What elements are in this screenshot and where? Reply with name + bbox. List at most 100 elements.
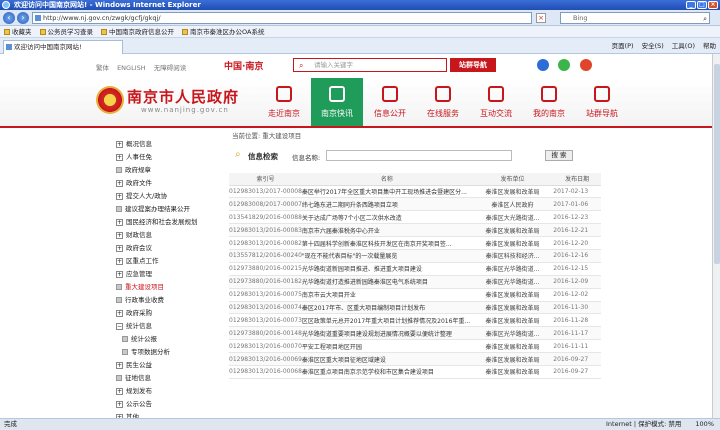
site-search-input[interactable]: ⌕ 请输入关键字 bbox=[293, 58, 447, 72]
table-row[interactable]: 012983013/2017-00008 秦区举行2017年全区重大项目集中开工现… bbox=[229, 185, 601, 199]
site-nav-button[interactable]: 站群导航 bbox=[450, 58, 496, 72]
cell-name[interactable]: 秦淮区区重大项目征地区域建设 bbox=[301, 352, 472, 366]
safety-menu[interactable]: 安全(S) bbox=[642, 41, 664, 51]
expand-icon[interactable]: + bbox=[116, 218, 123, 226]
app-icon[interactable] bbox=[537, 59, 549, 71]
expand-icon[interactable]: + bbox=[116, 192, 123, 200]
cell-name[interactable]: 关于达成广场等7个小区二次供水改造 bbox=[301, 210, 472, 225]
search-icon[interactable]: ⌕ bbox=[703, 14, 707, 24]
cell-name[interactable]: 光华路街道打造推进新园路秦淮区电气系统项目 bbox=[301, 275, 472, 289]
weibo-icon[interactable] bbox=[580, 59, 592, 71]
sidebar-item[interactable]: + 其他 bbox=[116, 411, 139, 418]
table-row[interactable]: 012973880/2016-00215 光华路街道新园项目推进、推进重大项目建设… bbox=[229, 262, 601, 276]
nav-site-navigation[interactable]: 站群导航 bbox=[576, 78, 628, 126]
sidebar-item[interactable]: 征地信息 bbox=[116, 372, 151, 384]
expand-icon[interactable]: + bbox=[116, 387, 123, 395]
table-row[interactable]: 013541829/2016-00088 关于达成广场等7个小区二次供水改造 秦淮区… bbox=[229, 210, 601, 225]
sidebar-item[interactable]: + 概况信息 bbox=[116, 138, 152, 150]
forward-button[interactable]: › bbox=[17, 12, 29, 24]
nav-nanjing-news[interactable]: 南京快讯 bbox=[311, 78, 363, 126]
cell-name[interactable]: 光华路街道重要项目建设规划进展情况概要以便统计整理 bbox=[301, 326, 472, 341]
table-row[interactable]: 012983013/2016-00068 秦淮区重点项目南京示范学校和市区集合建设… bbox=[229, 365, 601, 379]
sidebar-item[interactable]: + 政府会议 bbox=[116, 242, 152, 254]
sidebar-item[interactable]: + 财政信息 bbox=[116, 229, 152, 241]
sidebar-item[interactable]: + 政府采购 bbox=[116, 307, 152, 319]
sidebar-item[interactable]: − 统计信息 bbox=[116, 320, 152, 332]
favorite-link[interactable]: 南京市秦淮区办公OA系统 bbox=[182, 26, 264, 37]
nav-zoujin-nanjing[interactable]: 走近南京 bbox=[258, 78, 310, 126]
cell-name[interactable]: 第十四届科学创新秦淮区科技开发区在南京开奖项目签... bbox=[301, 236, 472, 250]
expand-icon[interactable]: + bbox=[116, 244, 123, 252]
table-row[interactable]: 012983013/2016-00075 南京市云大项目开业 秦淮区发展和改革局 20… bbox=[229, 288, 601, 302]
sidebar-item[interactable]: + 规划发布 bbox=[116, 385, 152, 397]
table-row[interactable]: 012983013/2016-00069 秦淮区区重大项目征地区域建设 秦淮区发展和… bbox=[229, 352, 601, 366]
vertical-scrollbar[interactable] bbox=[712, 54, 720, 418]
search-button[interactable]: 搜 索 bbox=[545, 150, 573, 161]
cell-name[interactable]: 秦区2017年市、区重大项目编制项目计划发布 bbox=[301, 301, 472, 315]
table-row[interactable]: 012983013/2016-00073 区区政策单元总开2017年重大项目计划推… bbox=[229, 313, 601, 328]
keyword-input[interactable] bbox=[326, 150, 512, 161]
expand-icon[interactable]: + bbox=[116, 400, 123, 408]
sidebar-item[interactable]: 政府规章 bbox=[116, 164, 151, 176]
table-row[interactable]: 012983013/2016-00083 南京市六届秦淮税务中心开业 秦淮区发展和改… bbox=[229, 223, 601, 238]
collapse-icon[interactable]: − bbox=[116, 322, 123, 330]
cell-name[interactable]: 南京市六届秦淮税务中心开业 bbox=[301, 223, 472, 238]
sidebar-item[interactable]: 建议提案办理结果公开 bbox=[116, 203, 190, 215]
wechat-icon[interactable] bbox=[558, 59, 570, 71]
table-row[interactable]: 012973880/2016-00148 光华路街道重要项目建设规划进展情况概要以… bbox=[229, 326, 601, 341]
cell-name[interactable]: 秦淮区重点项目南京示范学校和市区集合建设项目 bbox=[301, 365, 472, 379]
table-row[interactable]: 012973880/2016-00182 光华路街道打造推进新园路秦淮区电气系统项… bbox=[229, 275, 601, 289]
sidebar-item[interactable]: 统计公报 bbox=[122, 333, 157, 345]
cell-name[interactable]: 平安工程项目地区开园 bbox=[301, 339, 472, 354]
traditional-link[interactable]: 繁体 bbox=[96, 64, 109, 72]
expand-icon[interactable]: + bbox=[116, 153, 123, 161]
english-link[interactable]: ENGLISH bbox=[117, 64, 146, 72]
maximize-button[interactable]: □ bbox=[697, 1, 707, 9]
sidebar-item[interactable]: + 公示公告 bbox=[116, 398, 152, 410]
sidebar-item[interactable]: 行政事业收费 bbox=[116, 294, 164, 306]
nav-my-nanjing[interactable]: 我的南京 bbox=[523, 78, 575, 126]
table-row[interactable]: 013557812/2016-00240 "现在不能代表目标"的一次载量展览 秦淮区… bbox=[229, 249, 601, 263]
favorite-link[interactable]: 公务员学习查录 bbox=[39, 26, 93, 37]
expand-icon[interactable]: + bbox=[116, 270, 123, 278]
help-menu[interactable]: 帮助 bbox=[703, 41, 716, 51]
expand-icon[interactable]: + bbox=[116, 309, 123, 317]
sidebar-item[interactable]: + 提交人大/政协 bbox=[116, 190, 167, 202]
table-row[interactable]: 012983013/2016-00082 第十四届科学创新秦淮区科技开发区在南京开… bbox=[229, 236, 601, 250]
zoom-level[interactable]: 100% bbox=[695, 419, 714, 430]
url-input[interactable]: http://www.nj.gov.cn/zwgk/gcfj/gkqj/ bbox=[32, 12, 532, 24]
close-button[interactable]: × bbox=[708, 1, 718, 9]
sidebar-item[interactable]: + 民生公益 bbox=[116, 359, 152, 371]
page-menu[interactable]: 页面(P) bbox=[612, 41, 634, 51]
sidebar-item[interactable]: + 政府文件 bbox=[116, 177, 152, 189]
expand-icon[interactable]: + bbox=[116, 361, 123, 369]
sidebar-item[interactable]: + 国民经济和社会发展规划 bbox=[116, 216, 198, 228]
nav-online-service[interactable]: 在线服务 bbox=[417, 78, 469, 126]
accessibility-link[interactable]: 无障碍阅读 bbox=[154, 64, 187, 72]
sidebar-item[interactable]: + 区重点工作 bbox=[116, 255, 159, 267]
nav-interaction[interactable]: 互动交流 bbox=[470, 78, 522, 126]
expand-icon[interactable]: + bbox=[116, 140, 123, 148]
back-button[interactable]: ‹ bbox=[3, 12, 15, 24]
expand-icon[interactable]: + bbox=[116, 231, 123, 239]
table-row[interactable]: 012983008/2017-00007 纬七路东进二期同升条西路项目立项 秦淮区人… bbox=[229, 197, 601, 212]
expand-icon[interactable]: + bbox=[116, 257, 123, 265]
tools-menu[interactable]: 工具(O) bbox=[672, 41, 695, 51]
table-row[interactable]: 012983013/2016-00074 秦区2017年市、区重大项目编制项目计划… bbox=[229, 301, 601, 315]
favorites-button[interactable]: 收藏夹 bbox=[4, 26, 32, 37]
sidebar-item[interactable]: + 应急管理 bbox=[116, 268, 152, 280]
cell-name[interactable]: 纬七路东进二期同升条西路项目立项 bbox=[301, 197, 472, 212]
cell-name[interactable]: 区区政策单元总开2017年重大项目计划推荐情况及2016年重... bbox=[301, 313, 472, 328]
cell-name[interactable]: 秦区举行2017年全区重大项目集中开工现场推进会暨建区分... bbox=[301, 185, 472, 199]
sidebar-item[interactable]: + 人事任免 bbox=[116, 151, 152, 163]
table-row[interactable]: 012983013/2016-00070 平安工程项目地区开园 秦淮区发展和改革局 2… bbox=[229, 339, 601, 354]
sidebar-item[interactable]: 重大建设项目 bbox=[116, 281, 164, 293]
browser-search-input[interactable]: Bing ⌕ bbox=[560, 12, 710, 24]
cell-name[interactable]: 光华路街道新园项目推进、推进重大项目建设 bbox=[301, 262, 472, 276]
cell-name[interactable]: "现在不能代表目标"的一次载量展览 bbox=[301, 249, 472, 263]
sidebar-item[interactable]: 专项数据分析 bbox=[122, 346, 170, 358]
favorite-link[interactable]: 中国南京政府信息公开 bbox=[101, 26, 174, 37]
minimize-button[interactable]: _ bbox=[686, 1, 696, 9]
stop-button[interactable]: × bbox=[536, 13, 546, 23]
cell-name[interactable]: 南京市云大项目开业 bbox=[301, 288, 472, 302]
